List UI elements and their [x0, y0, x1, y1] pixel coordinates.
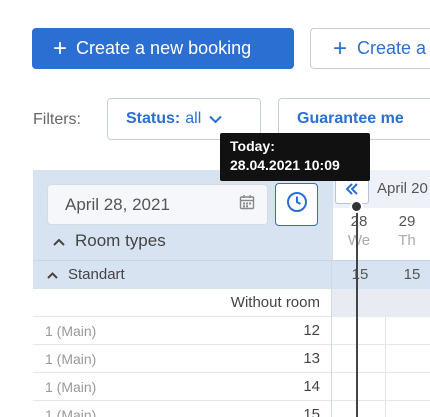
month-label: April 20 — [377, 180, 428, 197]
guarantee-filter-label: Guarantee me — [297, 110, 404, 127]
today-marker-dot — [350, 200, 363, 213]
board-timeline-header: April 20 28 We 29 Th — [332, 170, 430, 260]
table-row: 1 (Main) 13 — [33, 345, 430, 373]
room-number: Without room — [230, 294, 320, 311]
tooltip-datetime: 28.04.2021 10:09 — [230, 157, 340, 173]
today-line — [356, 205, 358, 417]
create-booking-button[interactable]: + Create a new booking — [32, 28, 294, 69]
tooltip-title: Today: — [230, 138, 275, 154]
chevron-up-icon — [53, 233, 65, 249]
status-filter-name: Status: — [126, 110, 181, 127]
room-group-row[interactable]: Standart 15 15 — [33, 260, 430, 289]
day-weekday: We — [347, 232, 371, 249]
filters-label: Filters: — [33, 111, 81, 128]
table-row: 1 (Main) 12 — [33, 317, 430, 345]
room-types-label: Room types — [75, 231, 166, 250]
room-number: 12 — [303, 322, 320, 339]
room-floor: 1 (Main) — [45, 379, 97, 395]
chevron-down-icon — [209, 111, 222, 127]
create-booking-label: Create a new booking — [76, 38, 252, 58]
room-group-name: Standart — [47, 266, 125, 283]
today-tooltip: Today: 28.04.2021 10:09 — [220, 133, 370, 181]
calendar-icon[interactable] — [239, 194, 255, 215]
room-group-label: Standart — [68, 266, 125, 283]
table-row: Without room — [33, 289, 430, 317]
room-number: 14 — [303, 378, 320, 395]
board-left-header: April 28, 2021 Room types — [33, 170, 332, 260]
availability-count: 15 — [351, 266, 369, 283]
day-column-header: 29 Th — [385, 212, 429, 250]
date-picker-value: April 28, 2021 — [65, 194, 170, 214]
availability-count: 15 — [403, 266, 421, 283]
day-number: 28 — [350, 213, 368, 230]
day-column-header: 28 We — [337, 212, 381, 250]
chevron-up-icon — [47, 267, 58, 282]
double-chevron-left-icon — [345, 179, 359, 200]
create-secondary-label: Create a — [357, 38, 427, 58]
column-divider — [331, 260, 332, 417]
table-row: 1 (Main) 14 — [33, 373, 430, 401]
room-types-toggle[interactable]: Room types — [53, 231, 166, 251]
create-secondary-button[interactable]: + Create a — [310, 28, 430, 69]
clock-icon — [286, 191, 308, 218]
room-floor: 1 (Main) — [45, 323, 97, 339]
room-rows: Without room 1 (Main) 12 1 (Main) 13 1 (… — [33, 289, 430, 417]
room-floor: 1 (Main) — [45, 351, 97, 367]
day-weekday: Th — [398, 232, 416, 249]
table-row: 1 (Main) 15 — [33, 401, 430, 417]
room-floor: 1 (Main) — [45, 407, 97, 417]
status-filter-value: all — [185, 110, 202, 127]
today-button[interactable] — [275, 183, 318, 226]
unassigned-cells[interactable] — [332, 289, 430, 317]
date-picker-input[interactable]: April 28, 2021 — [47, 184, 268, 225]
plus-icon: + — [53, 34, 68, 62]
plus-icon: + — [333, 34, 348, 62]
room-number: 15 — [303, 406, 320, 417]
room-number: 13 — [303, 350, 320, 367]
booking-board: April 28, 2021 Room types April 20 28 We… — [33, 170, 430, 417]
day-number: 29 — [398, 213, 416, 230]
